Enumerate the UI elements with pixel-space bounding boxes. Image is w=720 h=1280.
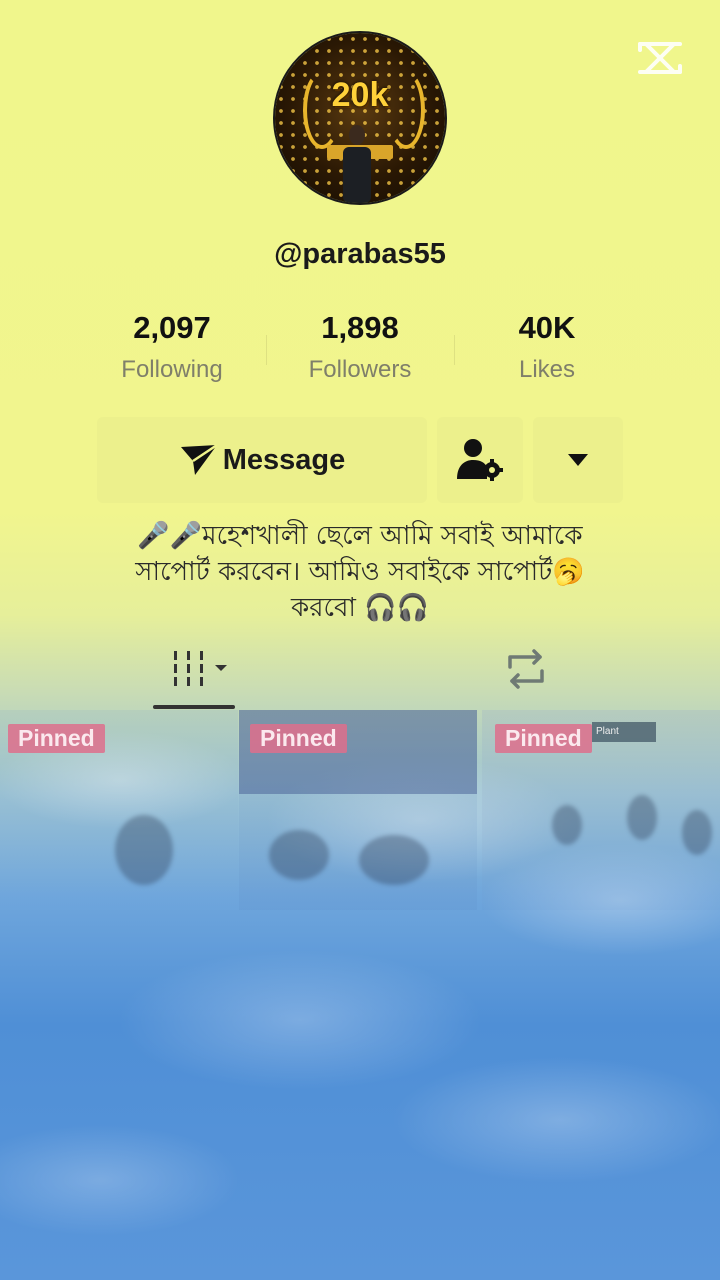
- bio-line: 🎤🎤মহেশখালী ছেলে আমি সবাই আমাকে: [137, 521, 583, 551]
- send-arrow-icon: [180, 443, 218, 475]
- stat-divider: [266, 335, 267, 365]
- profile-bio: 🎤🎤মহেশখালী ছেলে আমি সবাই আমাকে সাপোর্ট ক…: [90, 518, 630, 626]
- stat-likes[interactable]: 40K Likes: [457, 310, 637, 384]
- user-gear-icon: [457, 439, 503, 481]
- stat-divider: [454, 335, 455, 365]
- thumb-figure: [627, 795, 657, 840]
- cloud-background: [0, 600, 720, 1280]
- avatar-person: [343, 125, 371, 203]
- stat-followers[interactable]: 1,898 Followers: [270, 310, 450, 384]
- followers-count: 1,898: [321, 310, 399, 345]
- likes-label: Likes: [518, 356, 576, 383]
- pinned-badge: Pinned: [495, 724, 592, 753]
- stat-following[interactable]: 2,097 Following: [82, 310, 262, 384]
- capcut-logo-icon: [638, 42, 682, 74]
- video-thumbnail[interactable]: Pinned Plant: [482, 710, 720, 910]
- bio-line: সাপোর্ট করবেন। আমিও সবাইকে সাপোর্ট🥱: [135, 557, 585, 587]
- avatar-badge-text: 20k: [331, 76, 389, 114]
- following-count: 2,097: [133, 310, 211, 345]
- followers-label: Followers: [308, 356, 412, 383]
- tab-reposts[interactable]: [500, 645, 552, 697]
- caret-down-icon: [568, 454, 588, 466]
- thumb-figure: [552, 805, 582, 845]
- username: @parabas55: [274, 238, 446, 270]
- repost-icon: [508, 649, 544, 689]
- thumb-figure: [682, 810, 712, 855]
- likes-count: 40K: [518, 310, 576, 345]
- grid-bars-icon: [174, 651, 227, 686]
- thumb-figure: [359, 835, 429, 885]
- pinned-badge: Pinned: [250, 724, 347, 753]
- tab-videos[interactable]: [153, 645, 235, 707]
- video-thumbnail[interactable]: Pinned: [239, 710, 477, 910]
- more-dropdown-button[interactable]: [533, 417, 623, 503]
- thumb-figure: [115, 815, 173, 885]
- user-settings-button[interactable]: [437, 417, 523, 503]
- video-thumbnail[interactable]: Pinned: [0, 710, 238, 910]
- active-tab-indicator: [153, 705, 235, 709]
- thumb-sign: Plant: [592, 722, 656, 742]
- message-label: Message: [222, 443, 346, 476]
- thumb-figure: [269, 830, 329, 880]
- following-label: Following: [121, 356, 223, 383]
- pinned-badge: Pinned: [8, 724, 105, 753]
- message-button[interactable]: Message: [97, 417, 427, 503]
- profile-avatar[interactable]: 20k: [275, 33, 445, 203]
- bio-line: করবো 🎧🎧: [291, 593, 429, 623]
